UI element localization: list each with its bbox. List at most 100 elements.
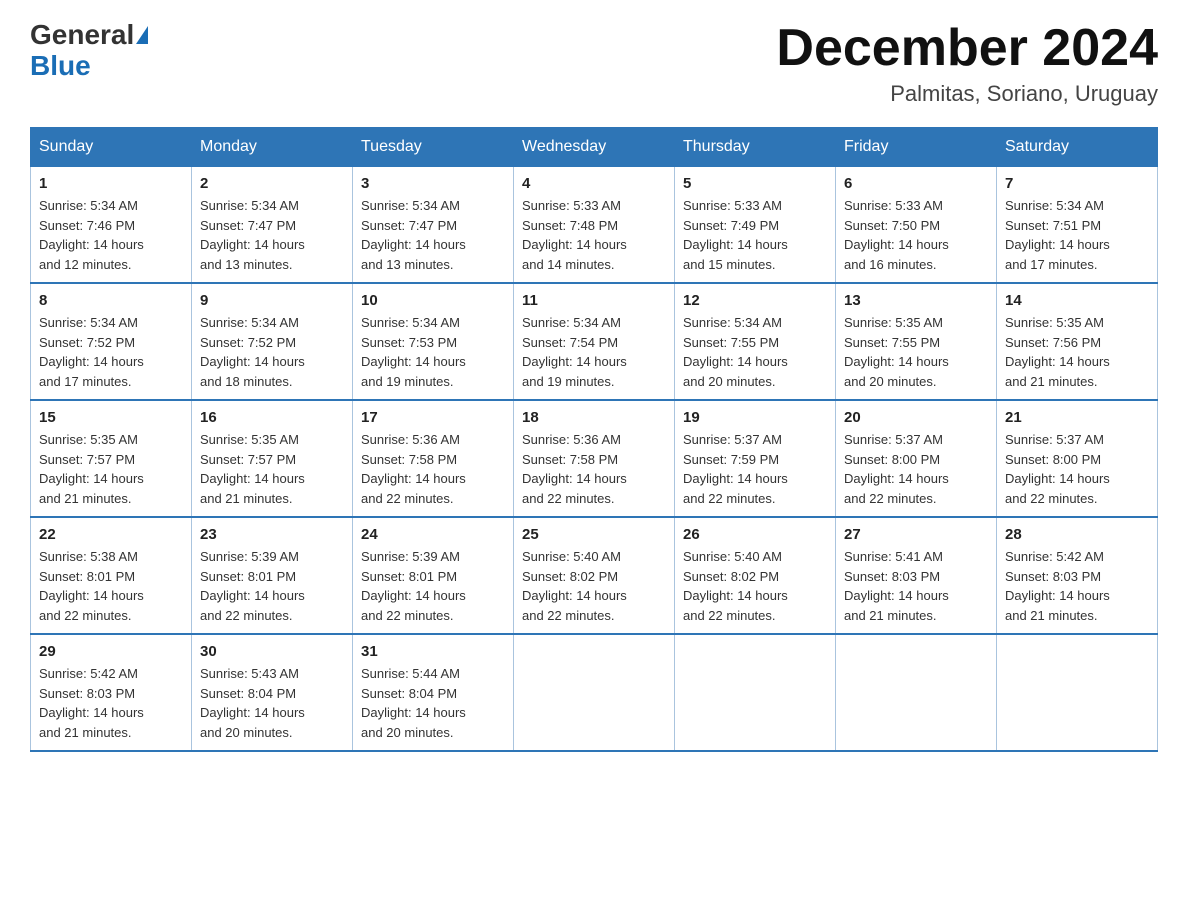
day-info: Sunrise: 5:33 AM Sunset: 7:48 PM Dayligh… bbox=[522, 196, 666, 274]
day-number: 3 bbox=[361, 175, 505, 192]
day-number: 17 bbox=[361, 409, 505, 426]
day-number: 30 bbox=[200, 643, 344, 660]
calendar-cell: 26 Sunrise: 5:40 AM Sunset: 8:02 PM Dayli… bbox=[675, 517, 836, 634]
day-number: 10 bbox=[361, 292, 505, 309]
calendar-cell: 22Sunrise: 5:38 AM Sunset: 8:01 PM Dayli… bbox=[31, 517, 192, 634]
calendar-cell: 6 Sunrise: 5:33 AM Sunset: 7:50 PM Daylig… bbox=[836, 167, 997, 284]
calendar-cell: 10 Sunrise: 5:34 AM Sunset: 7:53 PM Dayli… bbox=[353, 283, 514, 400]
day-info: Sunrise: 5:35 AM Sunset: 7:55 PM Dayligh… bbox=[844, 313, 988, 391]
day-number: 18 bbox=[522, 409, 666, 426]
calendar-cell: 23Sunrise: 5:39 AM Sunset: 8:01 PM Dayli… bbox=[192, 517, 353, 634]
calendar-cell: 4 Sunrise: 5:33 AM Sunset: 7:48 PM Daylig… bbox=[514, 167, 675, 284]
calendar-cell: 19Sunrise: 5:37 AM Sunset: 7:59 PM Dayli… bbox=[675, 400, 836, 517]
day-number: 9 bbox=[200, 292, 344, 309]
day-info: Sunrise: 5:40 AM Sunset: 8:02 PM Dayligh… bbox=[522, 547, 666, 625]
calendar-cell: 12Sunrise: 5:34 AM Sunset: 7:55 PM Dayli… bbox=[675, 283, 836, 400]
day-number: 5 bbox=[683, 175, 827, 192]
title-block: December 2024 Palmitas, Soriano, Uruguay bbox=[776, 20, 1158, 107]
calendar-cell bbox=[997, 634, 1158, 751]
day-info: Sunrise: 5:40 AM Sunset: 8:02 PM Dayligh… bbox=[683, 547, 827, 625]
calendar-cell bbox=[675, 634, 836, 751]
day-info: Sunrise: 5:34 AM Sunset: 7:54 PM Dayligh… bbox=[522, 313, 666, 391]
calendar-cell: 2 Sunrise: 5:34 AM Sunset: 7:47 PM Daylig… bbox=[192, 167, 353, 284]
calendar-cell: 27Sunrise: 5:41 AM Sunset: 8:03 PM Dayli… bbox=[836, 517, 997, 634]
calendar-cell: 9 Sunrise: 5:34 AM Sunset: 7:52 PM Daylig… bbox=[192, 283, 353, 400]
weekday-header-thursday: Thursday bbox=[675, 128, 836, 167]
calendar-cell: 11 Sunrise: 5:34 AM Sunset: 7:54 PM Dayli… bbox=[514, 283, 675, 400]
day-info: Sunrise: 5:42 AM Sunset: 8:03 PM Dayligh… bbox=[39, 664, 183, 742]
day-number: 26 bbox=[683, 526, 827, 543]
day-number: 19 bbox=[683, 409, 827, 426]
day-number: 31 bbox=[361, 643, 505, 660]
calendar-table: SundayMondayTuesdayWednesdayThursdayFrid… bbox=[30, 127, 1158, 752]
day-number: 15 bbox=[39, 409, 183, 426]
day-number: 4 bbox=[522, 175, 666, 192]
day-info: Sunrise: 5:35 AM Sunset: 7:57 PM Dayligh… bbox=[39, 430, 183, 508]
weekday-header-tuesday: Tuesday bbox=[353, 128, 514, 167]
day-info: Sunrise: 5:39 AM Sunset: 8:01 PM Dayligh… bbox=[361, 547, 505, 625]
calendar-cell bbox=[836, 634, 997, 751]
day-info: Sunrise: 5:42 AM Sunset: 8:03 PM Dayligh… bbox=[1005, 547, 1149, 625]
calendar-header: SundayMondayTuesdayWednesdayThursdayFrid… bbox=[31, 128, 1158, 167]
calendar-cell: 1Sunrise: 5:34 AM Sunset: 7:46 PM Daylig… bbox=[31, 167, 192, 284]
logo: General Blue bbox=[30, 20, 148, 82]
day-info: Sunrise: 5:37 AM Sunset: 8:00 PM Dayligh… bbox=[1005, 430, 1149, 508]
day-info: Sunrise: 5:36 AM Sunset: 7:58 PM Dayligh… bbox=[522, 430, 666, 508]
day-info: Sunrise: 5:34 AM Sunset: 7:53 PM Dayligh… bbox=[361, 313, 505, 391]
page-header: General Blue December 2024 Palmitas, Sor… bbox=[30, 20, 1158, 107]
day-info: Sunrise: 5:34 AM Sunset: 7:55 PM Dayligh… bbox=[683, 313, 827, 391]
day-number: 24 bbox=[361, 526, 505, 543]
calendar-week-row: 15 Sunrise: 5:35 AM Sunset: 7:57 PM Dayli… bbox=[31, 400, 1158, 517]
day-info: Sunrise: 5:34 AM Sunset: 7:47 PM Dayligh… bbox=[200, 196, 344, 274]
day-info: Sunrise: 5:36 AM Sunset: 7:58 PM Dayligh… bbox=[361, 430, 505, 508]
weekday-header-sunday: Sunday bbox=[31, 128, 192, 167]
calendar-cell: 30Sunrise: 5:43 AM Sunset: 8:04 PM Dayli… bbox=[192, 634, 353, 751]
day-number: 28 bbox=[1005, 526, 1149, 543]
day-number: 14 bbox=[1005, 292, 1149, 309]
day-number: 23 bbox=[200, 526, 344, 543]
day-info: Sunrise: 5:33 AM Sunset: 7:49 PM Dayligh… bbox=[683, 196, 827, 274]
day-info: Sunrise: 5:44 AM Sunset: 8:04 PM Dayligh… bbox=[361, 664, 505, 742]
logo-text-blue: Blue bbox=[30, 51, 91, 82]
calendar-cell: 8 Sunrise: 5:34 AM Sunset: 7:52 PM Daylig… bbox=[31, 283, 192, 400]
calendar-cell: 20Sunrise: 5:37 AM Sunset: 8:00 PM Dayli… bbox=[836, 400, 997, 517]
logo-text-general: General bbox=[30, 20, 134, 51]
day-number: 11 bbox=[522, 292, 666, 309]
day-number: 6 bbox=[844, 175, 988, 192]
day-info: Sunrise: 5:41 AM Sunset: 8:03 PM Dayligh… bbox=[844, 547, 988, 625]
calendar-cell: 18 Sunrise: 5:36 AM Sunset: 7:58 PM Dayli… bbox=[514, 400, 675, 517]
calendar-week-row: 1Sunrise: 5:34 AM Sunset: 7:46 PM Daylig… bbox=[31, 167, 1158, 284]
calendar-body: 1Sunrise: 5:34 AM Sunset: 7:46 PM Daylig… bbox=[31, 167, 1158, 752]
day-info: Sunrise: 5:37 AM Sunset: 8:00 PM Dayligh… bbox=[844, 430, 988, 508]
calendar-week-row: 8 Sunrise: 5:34 AM Sunset: 7:52 PM Daylig… bbox=[31, 283, 1158, 400]
calendar-cell: 21Sunrise: 5:37 AM Sunset: 8:00 PM Dayli… bbox=[997, 400, 1158, 517]
day-info: Sunrise: 5:33 AM Sunset: 7:50 PM Dayligh… bbox=[844, 196, 988, 274]
month-title: December 2024 bbox=[776, 20, 1158, 77]
day-info: Sunrise: 5:35 AM Sunset: 7:57 PM Dayligh… bbox=[200, 430, 344, 508]
weekday-header-saturday: Saturday bbox=[997, 128, 1158, 167]
calendar-cell: 13 Sunrise: 5:35 AM Sunset: 7:55 PM Dayli… bbox=[836, 283, 997, 400]
day-number: 16 bbox=[200, 409, 344, 426]
day-number: 29 bbox=[39, 643, 183, 660]
weekday-header-row: SundayMondayTuesdayWednesdayThursdayFrid… bbox=[31, 128, 1158, 167]
calendar-week-row: 29 Sunrise: 5:42 AM Sunset: 8:03 PM Dayli… bbox=[31, 634, 1158, 751]
day-info: Sunrise: 5:35 AM Sunset: 7:56 PM Dayligh… bbox=[1005, 313, 1149, 391]
calendar-cell: 16 Sunrise: 5:35 AM Sunset: 7:57 PM Dayli… bbox=[192, 400, 353, 517]
day-info: Sunrise: 5:34 AM Sunset: 7:52 PM Dayligh… bbox=[200, 313, 344, 391]
calendar-cell: 14 Sunrise: 5:35 AM Sunset: 7:56 PM Dayli… bbox=[997, 283, 1158, 400]
day-number: 1 bbox=[39, 175, 183, 192]
day-number: 8 bbox=[39, 292, 183, 309]
day-number: 13 bbox=[844, 292, 988, 309]
day-number: 2 bbox=[200, 175, 344, 192]
day-info: Sunrise: 5:34 AM Sunset: 7:47 PM Dayligh… bbox=[361, 196, 505, 274]
calendar-cell: 25 Sunrise: 5:40 AM Sunset: 8:02 PM Dayli… bbox=[514, 517, 675, 634]
calendar-cell: 7 Sunrise: 5:34 AM Sunset: 7:51 PM Daylig… bbox=[997, 167, 1158, 284]
calendar-cell bbox=[514, 634, 675, 751]
day-number: 25 bbox=[522, 526, 666, 543]
weekday-header-friday: Friday bbox=[836, 128, 997, 167]
calendar-cell: 3 Sunrise: 5:34 AM Sunset: 7:47 PM Daylig… bbox=[353, 167, 514, 284]
day-info: Sunrise: 5:34 AM Sunset: 7:52 PM Dayligh… bbox=[39, 313, 183, 391]
day-info: Sunrise: 5:34 AM Sunset: 7:51 PM Dayligh… bbox=[1005, 196, 1149, 274]
day-number: 7 bbox=[1005, 175, 1149, 192]
location-subtitle: Palmitas, Soriano, Uruguay bbox=[776, 81, 1158, 107]
